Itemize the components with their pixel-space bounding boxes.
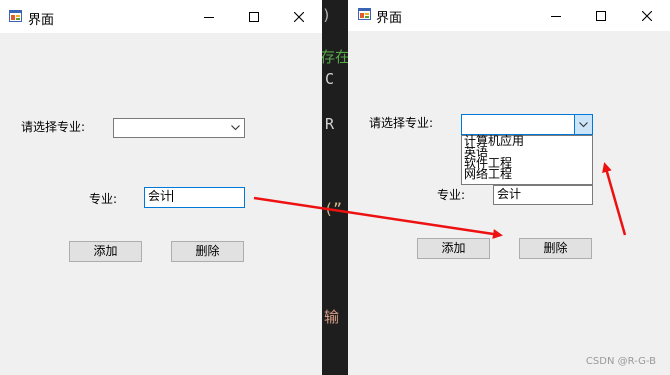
arrow-to-add-button [253,196,503,239]
annotation-arrows [253,162,627,239]
watermark: CSDN @R-G-B [585,356,656,367]
arrow-to-dropdown [602,162,627,236]
